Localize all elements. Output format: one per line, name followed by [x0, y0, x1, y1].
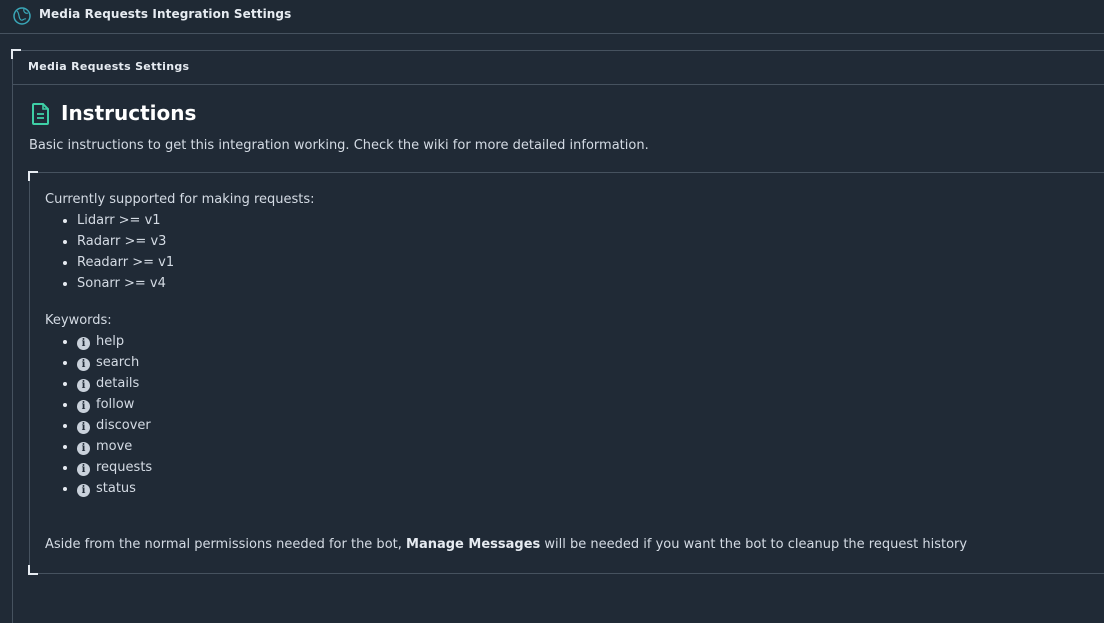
list-item: Sonarr >= v4: [77, 273, 1095, 294]
page-title: Media Requests Integration Settings: [39, 7, 292, 21]
permissions-note-suffix: will be needed if you want the bot to cl…: [540, 537, 968, 552]
list-item: ihelp: [77, 331, 1095, 352]
list-item: Readarr >= v1: [77, 252, 1095, 273]
list-item: istatus: [77, 478, 1095, 499]
keyword-label: details: [96, 376, 140, 391]
info-icon[interactable]: i: [77, 379, 90, 392]
file-text-icon: [32, 103, 49, 125]
settings-panel: Media Requests Settings Instructions Bas…: [11, 49, 1104, 623]
list-item: ifollow: [77, 394, 1095, 415]
keywords-list[interactable]: ihelp isearch idetails ifollow idiscover…: [45, 331, 1095, 499]
info-icon[interactable]: i: [77, 442, 90, 455]
list-item: imove: [77, 436, 1095, 457]
instructions-description: Basic instructions to get this integrati…: [29, 138, 649, 153]
keywords-heading: Keywords:: [45, 313, 112, 328]
list-item: i requests: [77, 457, 1095, 478]
info-icon[interactable]: i: [77, 421, 90, 434]
info-icon[interactable]: i: [77, 400, 90, 413]
supported-heading: Currently supported for making requests:: [45, 192, 315, 207]
list-item: i details: [77, 373, 1095, 394]
globe-icon: [13, 7, 31, 25]
supported-list: Lidarr >= v1 Radarr >= v3 Readarr >= v1 …: [45, 210, 1095, 294]
instructions-content: Currently supported for making requests:…: [45, 189, 1095, 499]
info-icon[interactable]: i: [77, 484, 90, 497]
info-icon[interactable]: i: [77, 337, 90, 350]
keyword-label: move: [96, 439, 133, 454]
keyword-label: requests: [96, 460, 153, 475]
permission-name: Manage Messages: [406, 537, 541, 552]
list-item: isearch: [77, 352, 1095, 373]
box-corner-decoration: [28, 171, 38, 181]
keyword-label: follow: [96, 397, 135, 412]
list-item: Radarr >= v3: [77, 231, 1095, 252]
keyword-label: help: [96, 334, 125, 349]
permissions-note-prefix: Aside from the normal permissions needed…: [45, 537, 407, 552]
keyword-label: search: [96, 355, 140, 370]
list-item: i discover: [77, 415, 1095, 436]
top-bar: Media Requests Integration Settings: [0, 0, 1104, 34]
box-corner-decoration: [28, 565, 38, 575]
info-icon[interactable]: i: [77, 358, 90, 371]
keyword-label: discover: [96, 418, 151, 433]
instructions-heading: Instructions: [61, 101, 197, 125]
panel-title: Media Requests Settings: [28, 60, 190, 73]
info-icon[interactable]: i: [77, 463, 90, 476]
list-item: Lidarr >= v1: [77, 210, 1095, 231]
keyword-label: status: [96, 481, 136, 496]
permissions-note: Aside from the normal permissions needed…: [45, 537, 967, 552]
instructions-box: Currently supported for making requests:…: [28, 171, 1104, 575]
panel-header: Media Requests Settings: [13, 51, 1104, 85]
